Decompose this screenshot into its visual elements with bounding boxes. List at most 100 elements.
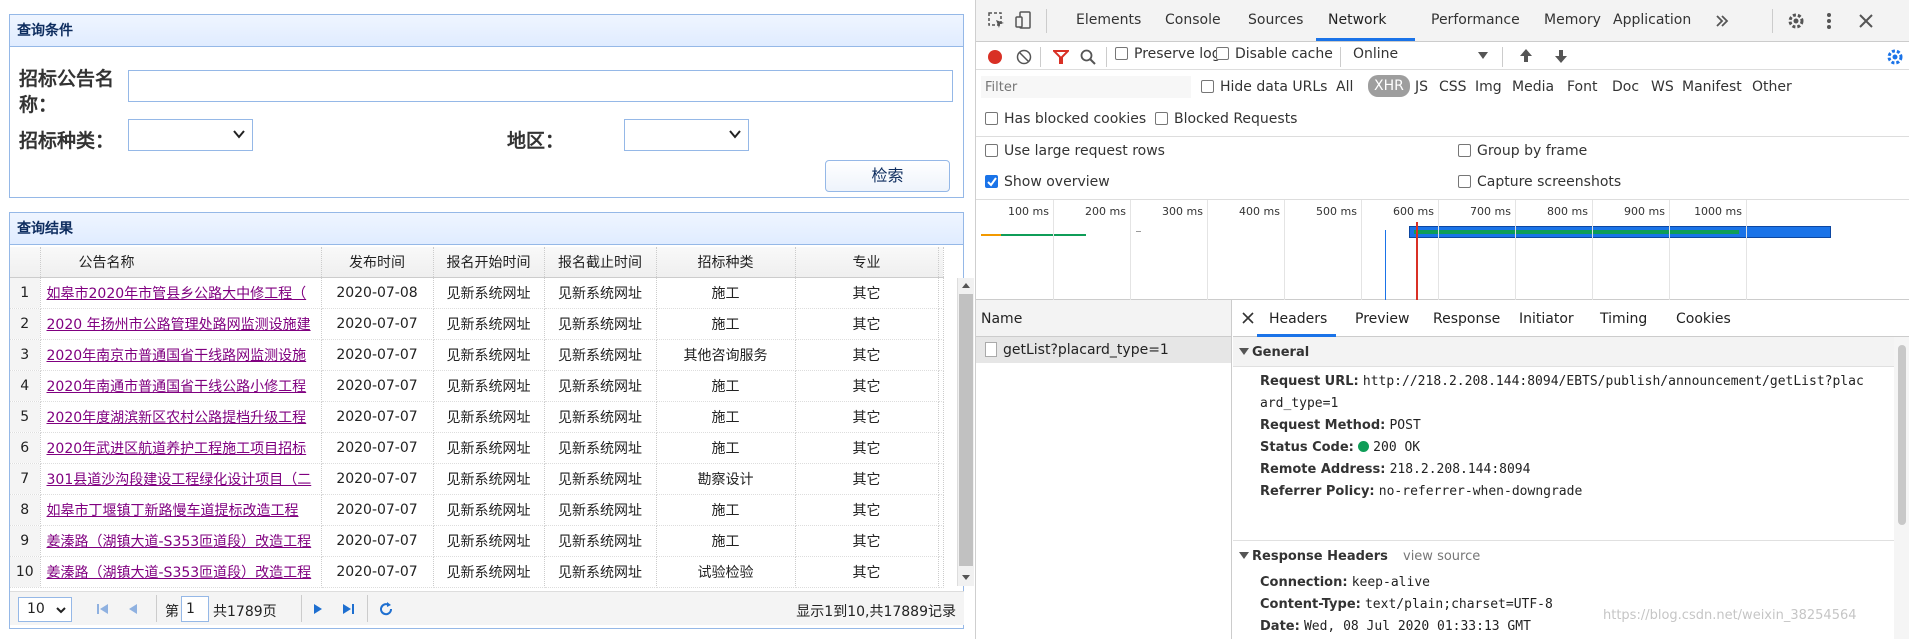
disable-cache-checkbox[interactable]: Disable cache bbox=[1216, 46, 1333, 62]
devtools-tab-bar: Elements Console Sources Network Perform… bbox=[976, 0, 1909, 42]
type-filter-manifest[interactable]: Manifest bbox=[1682, 79, 1742, 95]
column-header[interactable]: 公告名称 bbox=[40, 247, 322, 278]
tab-application[interactable]: Application bbox=[1613, 12, 1691, 28]
table-row[interactable]: 10 姜溱路（湖镇大道-S353匝道段）改造工程 2020-07-07 见新系统网址见… bbox=[10, 556, 944, 588]
filter-input[interactable] bbox=[981, 76, 1191, 98]
network-overview[interactable]: 100 ms 200 ms 300 ms 400 ms 500 ms 600 ms 700 … bbox=[976, 200, 1909, 300]
table-row[interactable]: 1 如皋市2020年市管县乡公路大中修工程（ 2020-07-08 见新系统网址 见新系… bbox=[10, 277, 944, 309]
tab-network[interactable]: Network bbox=[1328, 12, 1386, 28]
announcement-link[interactable]: 2020 年扬州市公路管理处路网监测设施建 bbox=[40, 308, 322, 340]
refresh-icon[interactable] bbox=[378, 601, 394, 617]
announcement-link[interactable]: 姜溱路（湖镇大道-S353匝道段）改造工程 bbox=[40, 525, 322, 557]
type-filter-other[interactable]: Other bbox=[1752, 79, 1792, 95]
clear-icon[interactable] bbox=[1016, 49, 1032, 65]
type-filter-doc[interactable]: Doc bbox=[1612, 79, 1639, 95]
type-filter-media[interactable]: Media bbox=[1512, 79, 1554, 95]
column-header[interactable]: 发布时间 bbox=[321, 247, 434, 278]
detail-tab-initiator[interactable]: Initiator bbox=[1519, 311, 1574, 327]
more-tabs-icon[interactable] bbox=[1714, 13, 1730, 29]
first-page-icon[interactable] bbox=[96, 602, 110, 616]
scrollbar-thumb[interactable] bbox=[959, 294, 973, 566]
tab-performance[interactable]: Performance bbox=[1431, 12, 1520, 28]
search-icon[interactable] bbox=[1080, 49, 1096, 65]
response-headers-section-header[interactable]: Response Headers view source bbox=[1233, 540, 1894, 570]
type-select[interactable] bbox=[128, 119, 253, 151]
tab-elements[interactable]: Elements bbox=[1076, 12, 1141, 28]
announcement-link[interactable]: 2020年南通市普通国省干线公路小修工程 bbox=[40, 370, 322, 402]
detail-tab-cookies[interactable]: Cookies bbox=[1676, 311, 1731, 327]
announcement-link[interactable]: 2020年南京市普通国省干线路网监测设施 bbox=[40, 339, 322, 371]
type-filter-css[interactable]: CSS bbox=[1439, 79, 1467, 95]
announcement-link[interactable]: 2020年度湖滨新区农村公路提档升级工程 bbox=[40, 401, 322, 433]
view-source-link[interactable]: view source bbox=[1403, 549, 1480, 564]
type-filter-all[interactable]: All bbox=[1336, 79, 1353, 95]
announcement-name-input[interactable] bbox=[128, 70, 953, 102]
network-settings-gear-icon[interactable] bbox=[1886, 48, 1904, 66]
type-filter-font[interactable]: Font bbox=[1567, 79, 1597, 95]
chevron-down-icon[interactable] bbox=[1478, 52, 1488, 60]
table-row[interactable]: 2 2020 年扬州市公路管理处路网监测设施建 2020-07-07 见新系统网址 见新… bbox=[10, 308, 944, 340]
table-row[interactable]: 8 如皋市丁堰镇丁新路慢车道提标改造工程 2020-07-07 见新系统网址 见新系统网… bbox=[10, 494, 944, 526]
search-button[interactable]: 检索 bbox=[825, 160, 950, 192]
device-toolbar-icon[interactable] bbox=[1014, 10, 1034, 30]
tab-sources[interactable]: Sources bbox=[1248, 12, 1303, 28]
detail-tab-response[interactable]: Response bbox=[1433, 311, 1500, 327]
download-icon[interactable] bbox=[1554, 48, 1568, 64]
detail-tab-timing[interactable]: Timing bbox=[1600, 311, 1647, 327]
announcement-link[interactable]: 姜溱路（湖镇大道-S353匝道段）改造工程 bbox=[40, 556, 322, 588]
close-icon[interactable] bbox=[1858, 13, 1874, 29]
table-row[interactable]: 9 姜溱路（湖镇大道-S353匝道段）改造工程 2020-07-07 见新系统网址 见新… bbox=[10, 525, 944, 557]
detail-tab-headers[interactable]: Headers bbox=[1269, 311, 1327, 327]
announcement-link[interactable]: 如皋市丁堰镇丁新路慢车道提标改造工程 bbox=[40, 494, 322, 526]
upload-icon[interactable] bbox=[1519, 48, 1533, 64]
scroll-up-icon[interactable] bbox=[961, 281, 971, 289]
general-section-header[interactable]: General bbox=[1233, 337, 1894, 367]
announcement-link[interactable]: 301县道沙沟段建设工程绿化设计项目（二 bbox=[40, 463, 322, 495]
type-filter-js[interactable]: JS bbox=[1415, 79, 1428, 95]
hide-data-urls-checkbox[interactable]: Hide data URLs bbox=[1201, 79, 1327, 95]
results-scrollbar[interactable] bbox=[957, 278, 974, 586]
type-filter-xhr[interactable]: XHR bbox=[1368, 75, 1410, 97]
type-filter-img[interactable]: Img bbox=[1475, 79, 1502, 95]
table-row[interactable]: 4 2020年南通市普通国省干线公路小修工程 2020-07-07 见新系统网址 见新系… bbox=[10, 370, 944, 402]
next-page-icon[interactable] bbox=[311, 602, 325, 616]
record-icon[interactable] bbox=[987, 49, 1003, 65]
show-overview-checkbox[interactable]: Show overview bbox=[985, 174, 1110, 190]
group-by-frame-checkbox[interactable]: Group by frame bbox=[1458, 143, 1587, 159]
detail-tab-preview[interactable]: Preview bbox=[1355, 311, 1410, 327]
announcement-link[interactable]: 2020年武进区航道养护工程施工项目招标 bbox=[40, 432, 322, 464]
page-size-select[interactable]: 10 bbox=[18, 597, 72, 622]
page-number-input[interactable]: 1 bbox=[181, 596, 209, 622]
column-header[interactable]: 报名开始时间 bbox=[433, 247, 545, 278]
headers-scrollbar[interactable] bbox=[1894, 337, 1909, 639]
gear-icon[interactable] bbox=[1787, 12, 1805, 30]
column-header[interactable]: 专业 bbox=[795, 247, 939, 278]
column-header[interactable]: 招标种类 bbox=[656, 247, 796, 278]
scrollbar-thumb[interactable] bbox=[1898, 345, 1906, 525]
tab-memory[interactable]: Memory bbox=[1544, 12, 1601, 28]
blocked-requests-checkbox[interactable]: Blocked Requests bbox=[1155, 111, 1297, 127]
table-row[interactable]: 6 2020年武进区航道养护工程施工项目招标 2020-07-07 见新系统网址 见新系… bbox=[10, 432, 944, 464]
large-rows-checkbox[interactable]: Use large request rows bbox=[985, 143, 1165, 159]
kebab-menu-icon[interactable] bbox=[1826, 12, 1832, 30]
table-row[interactable]: 7 301县道沙沟段建设工程绿化设计项目（二 2020-07-07 见新系统网址 见新系… bbox=[10, 463, 944, 495]
capture-screenshots-checkbox[interactable]: Capture screenshots bbox=[1458, 174, 1621, 190]
previous-page-icon[interactable] bbox=[126, 602, 140, 616]
column-header[interactable]: 报名截止时间 bbox=[544, 247, 657, 278]
region-select[interactable] bbox=[624, 119, 749, 151]
scroll-down-icon[interactable] bbox=[961, 574, 971, 582]
table-row[interactable]: 3 2020年南京市普通国省干线路网监测设施 2020-07-07 见新系统网址 见新系… bbox=[10, 339, 944, 371]
table-row[interactable]: 5 2020年度湖滨新区农村公路提档升级工程 2020-07-07 见新系统网址 见新系… bbox=[10, 401, 944, 433]
request-row[interactable]: getList?placard_type=1 bbox=[976, 337, 1231, 363]
tab-console[interactable]: Console bbox=[1165, 12, 1221, 28]
has-blocked-cookies-checkbox[interactable]: Has blocked cookies bbox=[985, 111, 1146, 127]
announcement-link[interactable]: 如皋市2020年市管县乡公路大中修工程（ bbox=[40, 277, 322, 309]
inspect-element-icon[interactable] bbox=[988, 12, 1006, 30]
filter-icon[interactable] bbox=[1053, 50, 1069, 64]
requests-column-header[interactable]: Name bbox=[976, 300, 1231, 337]
preserve-log-checkbox[interactable]: Preserve log bbox=[1115, 46, 1221, 62]
close-icon[interactable] bbox=[1242, 312, 1254, 324]
throttling-select[interactable]: Online bbox=[1353, 46, 1398, 62]
last-page-icon[interactable] bbox=[341, 602, 355, 616]
type-filter-ws[interactable]: WS bbox=[1651, 79, 1674, 95]
